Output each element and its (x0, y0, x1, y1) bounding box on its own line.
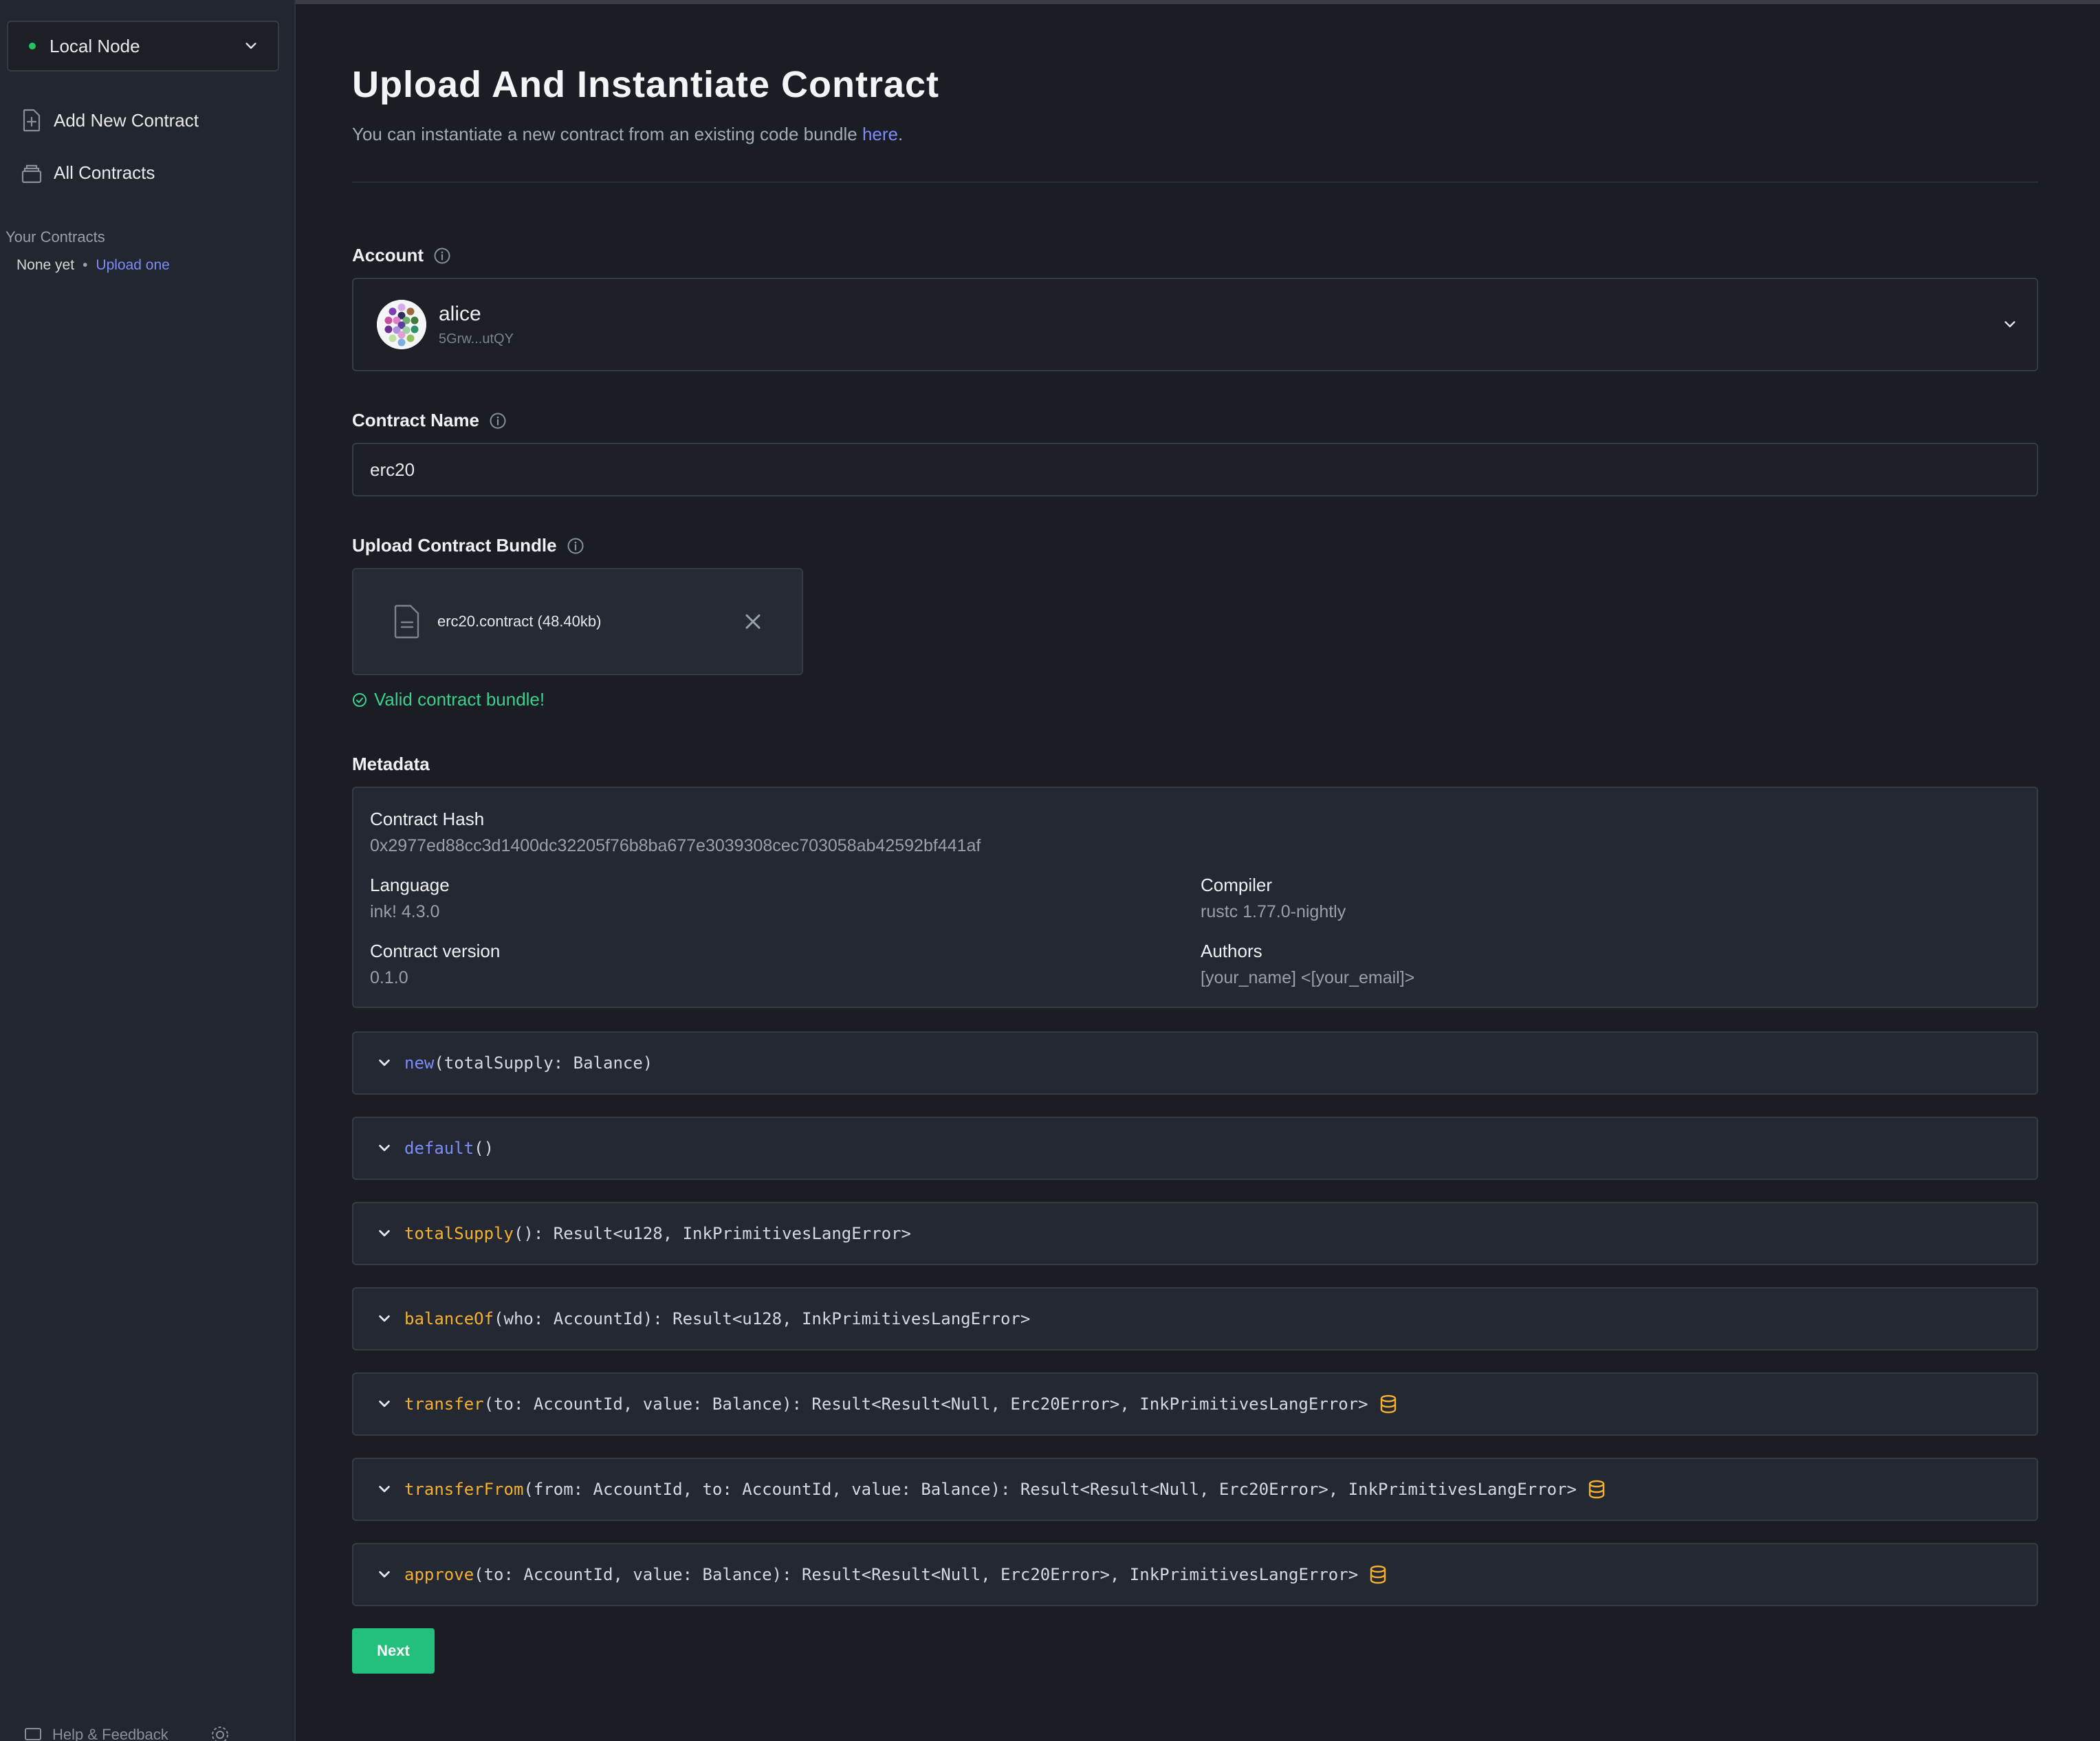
chevron-down-icon (245, 43, 256, 49)
file-plus-icon (23, 109, 41, 132)
constructor-row-default[interactable]: default() (352, 1117, 2038, 1180)
account-label-text: Account (352, 245, 424, 265)
account-label: Account (352, 245, 451, 266)
account-name: alice (439, 302, 481, 325)
contract-hash-value: 0x2977ed88cc3d1400dc32205f76b8ba677e3039… (370, 836, 981, 855)
sidebar-item-label: Add New Contract (54, 109, 199, 131)
constructor-row-new[interactable]: new (totalSupply: Balance) (352, 1031, 2038, 1095)
your-contracts-heading: Your Contracts (6, 228, 105, 245)
document-icon (394, 604, 419, 639)
contract-hash-label: Contract Hash (370, 809, 485, 829)
file-name: erc20.contract (48.40kb) (437, 613, 602, 630)
message-name: balanceOf (404, 1309, 494, 1328)
close-icon[interactable] (743, 611, 763, 632)
message-name: transferFrom (404, 1480, 524, 1499)
page-title: Upload And Instantiate Contract (352, 64, 940, 105)
account-avatar (377, 300, 426, 349)
chevron-down-icon (379, 1485, 390, 1493)
chevron-down-icon (379, 1059, 390, 1066)
info-icon[interactable] (489, 412, 507, 430)
sidebar-item-all-contracts[interactable]: All Contracts (21, 155, 155, 190)
code-bundle-link[interactable]: here (862, 124, 898, 144)
subtitle-suffix: . (898, 124, 904, 144)
message-row-transfer-from[interactable]: transferFrom (from: AccountId, to: Accoun… (352, 1458, 2038, 1521)
database-icon (1370, 1565, 1386, 1584)
stack-icon (21, 164, 42, 184)
metadata-label-text: Metadata (352, 754, 430, 774)
node-selector[interactable]: Local Node (7, 21, 279, 72)
contract-name-label: Contract Name (352, 410, 507, 431)
contract-name-label-text: Contract Name (352, 410, 479, 430)
authors-label: Authors (1201, 941, 1262, 961)
chevron-down-icon (379, 1570, 390, 1578)
language-label: Language (370, 875, 450, 895)
contract-name-input[interactable] (352, 443, 2038, 496)
metadata-panel: Contract Hash 0x2977ed88cc3d1400dc32205f… (352, 787, 2038, 1008)
separator-dot: • (83, 257, 88, 273)
chevron-down-icon (379, 1400, 390, 1408)
info-icon[interactable] (567, 537, 584, 555)
chevron-down-icon (379, 1144, 390, 1152)
message-row-approve[interactable]: approve (to: AccountId, value: Balance): … (352, 1543, 2038, 1606)
chevron-down-icon (379, 1315, 390, 1322)
chat-icon (25, 1728, 41, 1740)
connection-status-dot (29, 43, 36, 50)
chevron-down-icon (2004, 321, 2015, 327)
message-signature: (totalSupply: Balance) (434, 1053, 653, 1073)
help-feedback-row[interactable]: Help & Feedback (23, 1724, 230, 1741)
node-selector-label: Local Node (50, 35, 140, 56)
message-signature: (to: AccountId, value: Balance): Result<… (483, 1394, 1368, 1414)
header-divider (352, 182, 2038, 183)
help-feedback-label: Help & Feedback (52, 1726, 168, 1741)
chevron-down-icon (379, 1229, 390, 1237)
message-name: transfer (404, 1394, 484, 1414)
authors-value: [your_name] <[your_email]> (1201, 968, 1415, 987)
upload-one-link[interactable]: Upload one (96, 257, 169, 274)
empty-text: None yet (17, 257, 75, 273)
window-top-edge (0, 0, 2100, 4)
account-address: 5Grw...utQY (439, 331, 514, 347)
message-name: totalSupply (404, 1224, 514, 1243)
gear-icon[interactable] (210, 1724, 230, 1741)
upload-bundle-label: Upload Contract Bundle (352, 535, 584, 556)
contract-version-label: Contract version (370, 941, 501, 961)
language-value: ink! 4.3.0 (370, 902, 440, 921)
sidebar-item-label: All Contracts (54, 162, 155, 183)
check-circle-icon (353, 692, 367, 707)
message-row-transfer[interactable]: transfer (to: AccountId, value: Balance):… (352, 1372, 2038, 1436)
account-details: alice 5Grw...utQY (439, 303, 2002, 347)
sidebar: Local Node Add New Contract All Contract… (0, 0, 296, 1741)
database-icon (1380, 1394, 1396, 1414)
upload-bundle-label-text: Upload Contract Bundle (352, 535, 557, 556)
sidebar-item-add-new-contract[interactable]: Add New Contract (21, 103, 199, 138)
message-signature: (who: AccountId): Result<u128, InkPrimit… (494, 1309, 1031, 1328)
page-subtitle: You can instantiate a new contract from … (352, 124, 903, 145)
subtitle-text: You can instantiate a new contract from … (352, 124, 862, 144)
message-name: default (404, 1139, 474, 1158)
message-row-balance-of[interactable]: balanceOf (who: AccountId): Result<u128, … (352, 1287, 2038, 1350)
metadata-label: Metadata (352, 754, 430, 775)
database-icon (1588, 1480, 1605, 1499)
message-signature: (): Result<u128, InkPrimitivesLangError> (513, 1224, 911, 1243)
message-name: approve (404, 1565, 474, 1584)
message-signature: (to: AccountId, value: Balance): Result<… (474, 1565, 1359, 1584)
your-contracts-empty: None yet • Upload one (17, 257, 170, 274)
compiler-value: rustc 1.77.0-nightly (1201, 902, 1346, 921)
next-button[interactable]: Next (352, 1628, 435, 1674)
compiler-label: Compiler (1201, 875, 1273, 895)
contract-version-value: 0.1.0 (370, 968, 408, 987)
valid-message-text: Valid contract bundle! (374, 689, 545, 710)
account-selector[interactable]: alice 5Grw...utQY (352, 278, 2038, 371)
bundle-valid-message: Valid contract bundle! (352, 689, 545, 710)
message-signature: () (474, 1139, 494, 1158)
info-icon[interactable] (433, 247, 451, 265)
message-signature: (from: AccountId, to: AccountId, value: … (523, 1480, 1577, 1499)
message-name: new (404, 1053, 435, 1073)
message-row-total-supply[interactable]: totalSupply (): Result<u128, InkPrimitive… (352, 1202, 2038, 1265)
uploaded-file-card[interactable]: erc20.contract (48.40kb) (352, 568, 803, 675)
